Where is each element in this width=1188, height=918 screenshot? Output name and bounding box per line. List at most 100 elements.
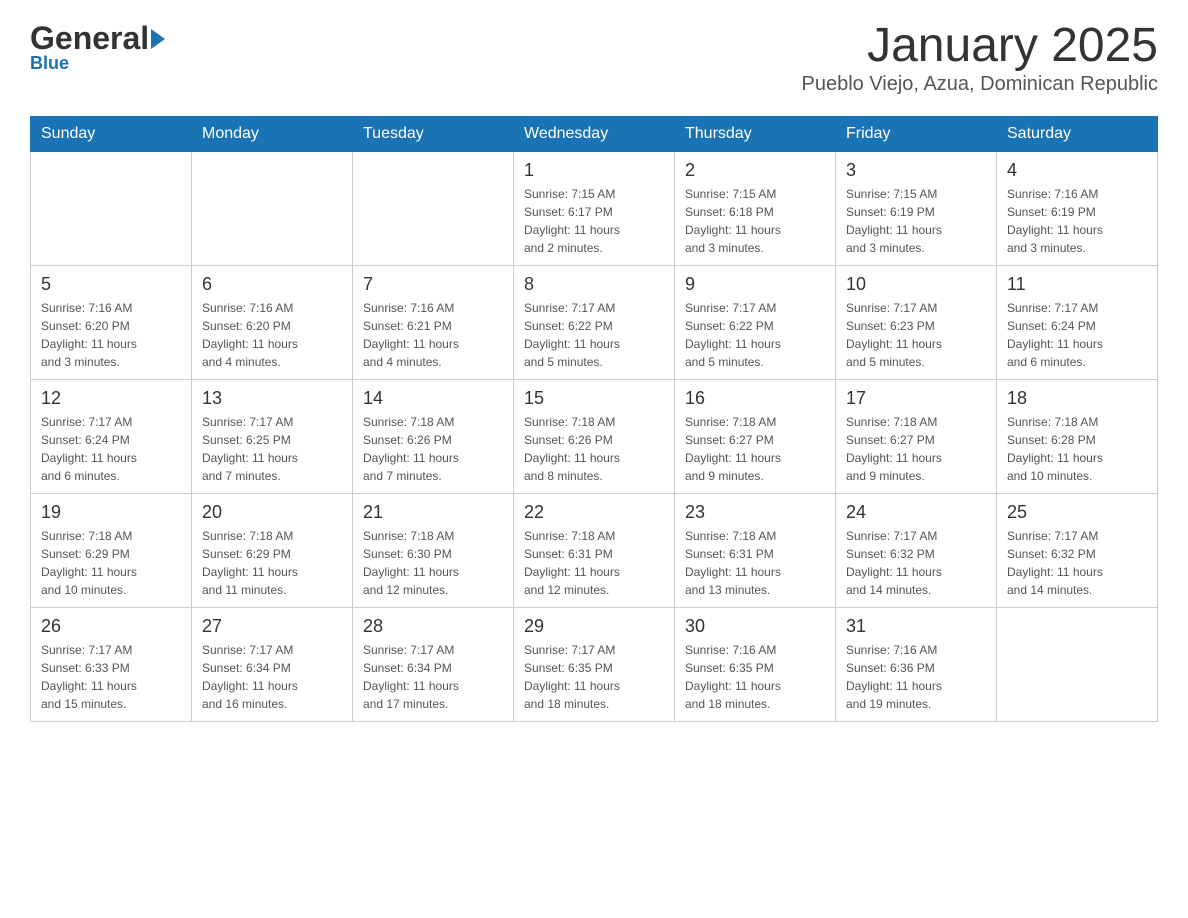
day-info: Sunrise: 7:17 AM Sunset: 6:34 PM Dayligh… [363, 641, 503, 713]
day-info: Sunrise: 7:17 AM Sunset: 6:22 PM Dayligh… [524, 299, 664, 371]
calendar-cell: 16 Sunrise: 7:18 AM Sunset: 6:27 PM Dayli… [675, 379, 836, 493]
day-info: Sunrise: 7:16 AM Sunset: 6:36 PM Dayligh… [846, 641, 986, 713]
calendar-title-area: January 2025 Pueblo Viejo, Azua, Dominic… [801, 20, 1158, 96]
day-number: 31 [846, 616, 986, 637]
calendar-cell: 10Sunrise: 7:17 AM Sunset: 6:23 PM Dayli… [836, 265, 997, 379]
day-number: 4 [1007, 160, 1147, 181]
day-number: 16 [685, 388, 825, 409]
calendar-cell: 3 Sunrise: 7:15 AM Sunset: 6:19 PM Daylig… [836, 151, 997, 265]
day-number: 27 [202, 616, 342, 637]
day-number: 19 [41, 502, 181, 523]
day-info: Sunrise: 7:17 AM Sunset: 6:22 PM Dayligh… [685, 299, 825, 371]
calendar-cell: 15 Sunrise: 7:18 AM Sunset: 6:26 PM Dayli… [514, 379, 675, 493]
day-info: Sunrise: 7:18 AM Sunset: 6:27 PM Dayligh… [846, 413, 986, 485]
calendar-cell: 2 Sunrise: 7:15 AM Sunset: 6:18 PM Daylig… [675, 151, 836, 265]
calendar-cell: 18Sunrise: 7:18 AM Sunset: 6:28 PM Dayli… [997, 379, 1158, 493]
day-info: Sunrise: 7:18 AM Sunset: 6:26 PM Dayligh… [524, 413, 664, 485]
calendar-cell: 24 Sunrise: 7:17 AM Sunset: 6:32 PM Dayli… [836, 493, 997, 607]
calendar-week-row: 5 Sunrise: 7:16 AM Sunset: 6:20 PM Daylig… [31, 265, 1158, 379]
day-info: Sunrise: 7:15 AM Sunset: 6:17 PM Dayligh… [524, 185, 664, 257]
day-info: Sunrise: 7:15 AM Sunset: 6:19 PM Dayligh… [846, 185, 986, 257]
day-info: Sunrise: 7:18 AM Sunset: 6:29 PM Dayligh… [41, 527, 181, 599]
calendar-cell: 4 Sunrise: 7:16 AM Sunset: 6:19 PM Daylig… [997, 151, 1158, 265]
calendar-cell [997, 607, 1158, 721]
calendar-subtitle: Pueblo Viejo, Azua, Dominican Republic [801, 73, 1158, 96]
page-header: General Blue January 2025 Pueblo Viejo, … [30, 20, 1158, 96]
day-info: Sunrise: 7:18 AM Sunset: 6:28 PM Dayligh… [1007, 413, 1147, 485]
calendar-cell: 5 Sunrise: 7:16 AM Sunset: 6:20 PM Daylig… [31, 265, 192, 379]
day-info: Sunrise: 7:16 AM Sunset: 6:21 PM Dayligh… [363, 299, 503, 371]
calendar-cell: 8 Sunrise: 7:17 AM Sunset: 6:22 PM Daylig… [514, 265, 675, 379]
day-number: 11 [1007, 274, 1147, 295]
day-info: Sunrise: 7:17 AM Sunset: 6:24 PM Dayligh… [41, 413, 181, 485]
calendar-week-row: 12Sunrise: 7:17 AM Sunset: 6:24 PM Dayli… [31, 379, 1158, 493]
calendar-cell: 14 Sunrise: 7:18 AM Sunset: 6:26 PM Dayli… [353, 379, 514, 493]
day-info: Sunrise: 7:18 AM Sunset: 6:31 PM Dayligh… [685, 527, 825, 599]
calendar-cell [31, 151, 192, 265]
calendar-cell: 25Sunrise: 7:17 AM Sunset: 6:32 PM Dayli… [997, 493, 1158, 607]
day-number: 14 [363, 388, 503, 409]
day-info: Sunrise: 7:18 AM Sunset: 6:30 PM Dayligh… [363, 527, 503, 599]
day-number: 17 [846, 388, 986, 409]
calendar-cell: 11Sunrise: 7:17 AM Sunset: 6:24 PM Dayli… [997, 265, 1158, 379]
calendar-cell: 29Sunrise: 7:17 AM Sunset: 6:35 PM Dayli… [514, 607, 675, 721]
calendar-cell: 13 Sunrise: 7:17 AM Sunset: 6:25 PM Dayli… [192, 379, 353, 493]
calendar-cell: 6Sunrise: 7:16 AM Sunset: 6:20 PM Daylig… [192, 265, 353, 379]
day-number: 3 [846, 160, 986, 181]
logo-general-text: General [30, 20, 149, 57]
day-number: 21 [363, 502, 503, 523]
day-info: Sunrise: 7:16 AM Sunset: 6:20 PM Dayligh… [202, 299, 342, 371]
day-of-week-header: Wednesday [514, 116, 675, 151]
day-number: 1 [524, 160, 664, 181]
calendar-cell: 12Sunrise: 7:17 AM Sunset: 6:24 PM Dayli… [31, 379, 192, 493]
day-number: 7 [363, 274, 503, 295]
day-number: 5 [41, 274, 181, 295]
day-number: 2 [685, 160, 825, 181]
day-of-week-header: Tuesday [353, 116, 514, 151]
calendar-cell: 21 Sunrise: 7:18 AM Sunset: 6:30 PM Dayli… [353, 493, 514, 607]
day-number: 15 [524, 388, 664, 409]
calendar-cell: 26Sunrise: 7:17 AM Sunset: 6:33 PM Dayli… [31, 607, 192, 721]
calendar-cell: 22Sunrise: 7:18 AM Sunset: 6:31 PM Dayli… [514, 493, 675, 607]
calendar-week-row: 1 Sunrise: 7:15 AM Sunset: 6:17 PM Daylig… [31, 151, 1158, 265]
day-info: Sunrise: 7:17 AM Sunset: 6:25 PM Dayligh… [202, 413, 342, 485]
day-info: Sunrise: 7:17 AM Sunset: 6:32 PM Dayligh… [1007, 527, 1147, 599]
calendar-cell: 7 Sunrise: 7:16 AM Sunset: 6:21 PM Daylig… [353, 265, 514, 379]
day-number: 20 [202, 502, 342, 523]
day-number: 9 [685, 274, 825, 295]
calendar-cell: 31 Sunrise: 7:16 AM Sunset: 6:36 PM Dayli… [836, 607, 997, 721]
day-info: Sunrise: 7:18 AM Sunset: 6:29 PM Dayligh… [202, 527, 342, 599]
day-number: 24 [846, 502, 986, 523]
calendar-cell: 27 Sunrise: 7:17 AM Sunset: 6:34 PM Dayli… [192, 607, 353, 721]
logo-arrow-icon [151, 29, 165, 49]
day-info: Sunrise: 7:16 AM Sunset: 6:35 PM Dayligh… [685, 641, 825, 713]
calendar-cell: 30 Sunrise: 7:16 AM Sunset: 6:35 PM Dayli… [675, 607, 836, 721]
day-info: Sunrise: 7:18 AM Sunset: 6:27 PM Dayligh… [685, 413, 825, 485]
calendar-cell: 1 Sunrise: 7:15 AM Sunset: 6:17 PM Daylig… [514, 151, 675, 265]
day-info: Sunrise: 7:16 AM Sunset: 6:19 PM Dayligh… [1007, 185, 1147, 257]
day-number: 8 [524, 274, 664, 295]
day-info: Sunrise: 7:18 AM Sunset: 6:31 PM Dayligh… [524, 527, 664, 599]
day-number: 30 [685, 616, 825, 637]
calendar-header-row: SundayMondayTuesdayWednesdayThursdayFrid… [31, 116, 1158, 151]
calendar-cell [192, 151, 353, 265]
day-number: 10 [846, 274, 986, 295]
day-info: Sunrise: 7:16 AM Sunset: 6:20 PM Dayligh… [41, 299, 181, 371]
day-of-week-header: Friday [836, 116, 997, 151]
calendar-cell: 20 Sunrise: 7:18 AM Sunset: 6:29 PM Dayli… [192, 493, 353, 607]
day-of-week-header: Sunday [31, 116, 192, 151]
day-number: 29 [524, 616, 664, 637]
day-info: Sunrise: 7:17 AM Sunset: 6:34 PM Dayligh… [202, 641, 342, 713]
day-info: Sunrise: 7:18 AM Sunset: 6:26 PM Dayligh… [363, 413, 503, 485]
calendar-title: January 2025 [801, 20, 1158, 73]
day-number: 13 [202, 388, 342, 409]
calendar-week-row: 26Sunrise: 7:17 AM Sunset: 6:33 PM Dayli… [31, 607, 1158, 721]
day-info: Sunrise: 7:15 AM Sunset: 6:18 PM Dayligh… [685, 185, 825, 257]
calendar-table: SundayMondayTuesdayWednesdayThursdayFrid… [30, 116, 1158, 722]
day-number: 23 [685, 502, 825, 523]
day-info: Sunrise: 7:17 AM Sunset: 6:33 PM Dayligh… [41, 641, 181, 713]
day-of-week-header: Thursday [675, 116, 836, 151]
day-info: Sunrise: 7:17 AM Sunset: 6:32 PM Dayligh… [846, 527, 986, 599]
day-of-week-header: Saturday [997, 116, 1158, 151]
calendar-cell: 28Sunrise: 7:17 AM Sunset: 6:34 PM Dayli… [353, 607, 514, 721]
